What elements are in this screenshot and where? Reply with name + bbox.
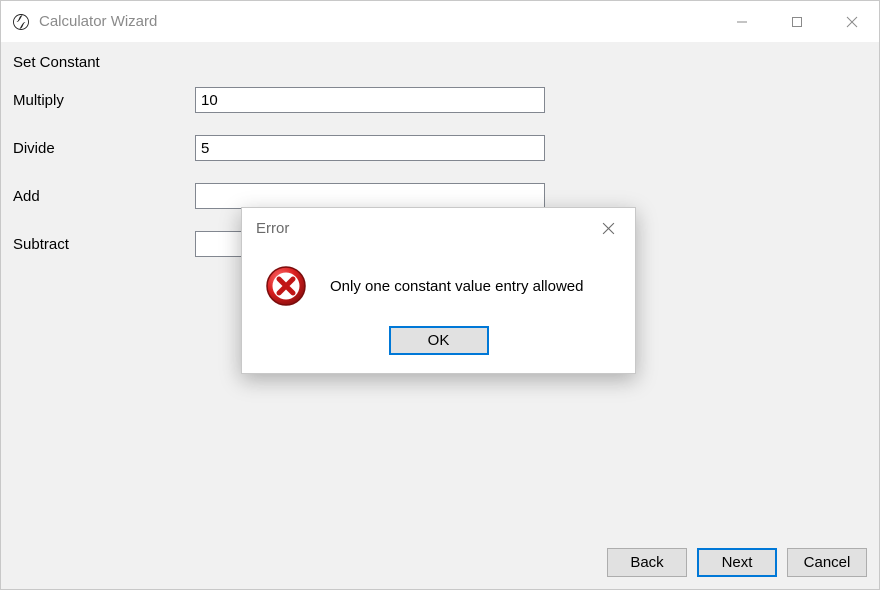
app-icon bbox=[11, 12, 31, 32]
add-label: Add bbox=[13, 188, 195, 205]
dialog-ok-button[interactable]: OK bbox=[389, 326, 489, 355]
divide-input[interactable] bbox=[195, 135, 545, 161]
main-window: Calculator Wizard Set Constant Multiply … bbox=[0, 0, 880, 590]
add-input[interactable] bbox=[195, 183, 545, 209]
dialog-message: Only one constant value entry allowed bbox=[330, 278, 583, 295]
divide-label: Divide bbox=[13, 140, 195, 157]
dialog-body: Only one constant value entry allowed bbox=[242, 248, 635, 320]
back-button[interactable]: Back bbox=[607, 548, 687, 577]
dialog-titlebar: Error bbox=[242, 208, 635, 248]
window-title: Calculator Wizard bbox=[39, 13, 714, 30]
dialog-close-button[interactable] bbox=[595, 215, 621, 241]
error-icon bbox=[264, 264, 308, 308]
maximize-button[interactable] bbox=[769, 1, 824, 42]
next-button[interactable]: Next bbox=[697, 548, 777, 577]
close-button[interactable] bbox=[824, 1, 879, 42]
subtract-label: Subtract bbox=[13, 236, 195, 253]
dialog-title: Error bbox=[256, 220, 595, 237]
cancel-button[interactable]: Cancel bbox=[787, 548, 867, 577]
titlebar: Calculator Wizard bbox=[1, 1, 879, 42]
page-title: Set Constant bbox=[13, 54, 867, 71]
dialog-footer: OK bbox=[242, 320, 635, 373]
window-controls bbox=[714, 1, 879, 42]
multiply-input[interactable] bbox=[195, 87, 545, 113]
wizard-buttons: Back Next Cancel bbox=[607, 548, 867, 577]
error-dialog: Error bbox=[241, 207, 636, 374]
minimize-button[interactable] bbox=[714, 1, 769, 42]
multiply-label: Multiply bbox=[13, 92, 195, 109]
